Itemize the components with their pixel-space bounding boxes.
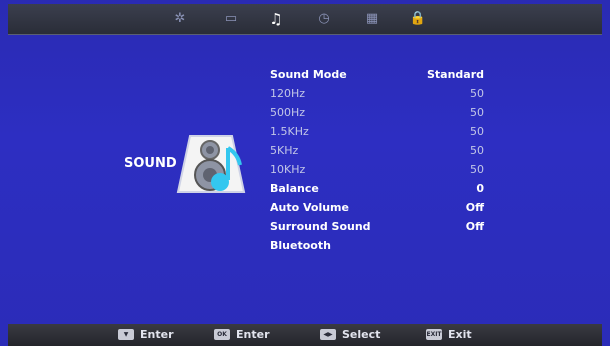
menu-tab-bar: ✲ ▭ ♫ ◷ ▦ 🔒 (8, 4, 602, 35)
setting-value: 50 (470, 163, 484, 176)
setting-value: Standard (426, 68, 484, 81)
setting-row-sound-mode[interactable]: Sound Mode Standard (270, 68, 530, 87)
down-arrow-key-icon: ▼ (118, 328, 134, 340)
hint-enter-ok: OK Enter (214, 328, 270, 341)
section-title: SOUND (124, 156, 177, 171)
clock-icon[interactable]: ◷ (314, 10, 334, 28)
setting-row-500hz[interactable]: 500Hz 50 (270, 106, 530, 125)
setting-value: Off (465, 220, 484, 233)
monitor-icon[interactable]: ▭ (221, 10, 241, 28)
setting-row-1-5khz[interactable]: 1.5KHz 50 (270, 125, 530, 144)
exit-key-icon: EXIT (426, 328, 442, 340)
lock-icon[interactable]: 🔒 (408, 10, 428, 28)
setting-value: 50 (470, 144, 484, 157)
setting-row-120hz[interactable]: 120Hz 50 (270, 87, 530, 106)
setting-row-bluetooth[interactable]: Bluetooth (270, 239, 530, 258)
hint-exit: EXIT Exit (426, 328, 472, 341)
setting-row-balance[interactable]: Balance 0 (270, 182, 530, 201)
setting-value: 0 (476, 182, 484, 195)
setting-value: 50 (470, 87, 484, 100)
gear-icon[interactable]: ✲ (170, 10, 190, 28)
grid-icon[interactable]: ▦ (362, 10, 382, 28)
hint-label: Enter (140, 328, 174, 341)
hint-label: Select (342, 328, 381, 341)
tv-settings-screen: ✲ ▭ ♫ ◷ ▦ 🔒 SOUND Sound Mode Standard 12… (0, 0, 610, 346)
left-right-key-icon: ◀▶ (320, 328, 336, 340)
setting-value: Off (465, 201, 484, 214)
setting-row-5khz[interactable]: 5KHz 50 (270, 144, 530, 163)
hint-label: Enter (236, 328, 270, 341)
setting-row-10khz[interactable]: 10KHz 50 (270, 163, 530, 182)
setting-label: Bluetooth (270, 239, 331, 252)
key-hint-bar: ▼ Enter OK Enter ◀▶ Select EXIT Exit (8, 324, 602, 346)
speaker-icon (170, 130, 250, 200)
ok-key-icon: OK (214, 328, 230, 340)
hint-enter-down: ▼ Enter (118, 328, 174, 341)
setting-row-surround-sound[interactable]: Surround Sound Off (270, 220, 530, 239)
hint-select: ◀▶ Select (320, 328, 380, 341)
setting-value: 50 (470, 125, 484, 138)
sound-settings-list: Sound Mode Standard 120Hz 50 500Hz 50 1.… (270, 68, 530, 258)
setting-value: 50 (470, 106, 484, 119)
setting-row-auto-volume[interactable]: Auto Volume Off (270, 201, 530, 220)
hint-label: Exit (448, 328, 472, 341)
music-note-icon[interactable]: ♫ (266, 10, 286, 28)
